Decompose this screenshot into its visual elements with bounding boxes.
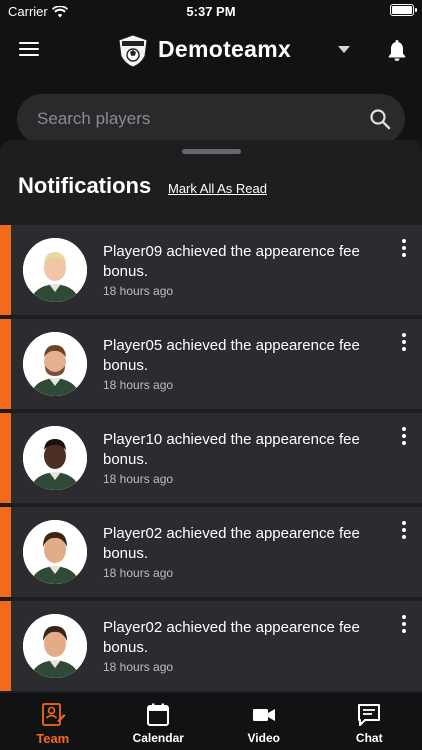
status-time: 5:37 PM xyxy=(186,4,236,19)
bell-icon[interactable] xyxy=(386,38,408,62)
notification-item[interactable]: Player05 achieved the appearence fee bon… xyxy=(0,319,422,409)
unread-indicator xyxy=(0,601,11,691)
calendar-icon xyxy=(147,703,170,726)
tab-video[interactable]: Video xyxy=(211,693,317,750)
status-bar: Carrier 5:37 PM xyxy=(0,0,422,22)
unread-indicator xyxy=(0,319,11,409)
team-logo xyxy=(118,34,148,68)
tab-bar: Team Calendar Video Chat xyxy=(0,693,422,750)
player-avatar xyxy=(23,426,87,490)
unread-indicator xyxy=(0,225,11,315)
tab-label: Video xyxy=(247,731,280,745)
tab-label: Chat xyxy=(355,731,383,745)
player-avatar xyxy=(23,520,87,584)
more-options-icon[interactable] xyxy=(398,427,410,447)
notification-item[interactable]: Player09 achieved the appearence fee bon… xyxy=(0,225,422,315)
tab-chat[interactable]: Chat xyxy=(317,693,422,750)
sheet-grabber[interactable] xyxy=(182,149,241,154)
chat-icon xyxy=(358,704,381,726)
notification-message: Player10 achieved the appearence fee bon… xyxy=(103,431,360,468)
mark-all-read-link[interactable]: Mark All As Read xyxy=(168,181,267,196)
search-input[interactable] xyxy=(37,94,337,144)
team-icon xyxy=(41,703,66,726)
notification-message: Player05 achieved the appearence fee bon… xyxy=(103,337,360,374)
notification-item[interactable]: Player10 achieved the appearence fee bon… xyxy=(0,413,422,503)
notification-time: 18 hours ago xyxy=(103,378,174,392)
chevron-down-icon[interactable] xyxy=(338,46,350,53)
notifications-sheet: Notifications Mark All As Read Player09 … xyxy=(0,140,422,693)
notification-time: 18 hours ago xyxy=(103,472,174,486)
tab-team[interactable]: Team xyxy=(0,693,106,750)
battery-icon xyxy=(390,4,417,16)
tab-label: Team xyxy=(36,731,70,746)
more-options-icon[interactable] xyxy=(398,615,410,635)
app-header: Demoteamx xyxy=(0,22,422,78)
unread-indicator xyxy=(0,507,11,597)
search-icon[interactable] xyxy=(369,108,391,130)
tab-label: Calendar xyxy=(132,731,184,745)
notifications-title: Notifications xyxy=(18,173,152,198)
player-avatar xyxy=(23,238,87,302)
more-options-icon[interactable] xyxy=(398,333,410,353)
notification-message: Player09 achieved the appearence fee bon… xyxy=(103,243,360,280)
notification-item[interactable]: Player02 achieved the appearence fee bon… xyxy=(0,507,422,597)
video-icon xyxy=(252,709,275,721)
notification-message: Player02 achieved the appearence fee bon… xyxy=(103,619,360,656)
menu-icon[interactable] xyxy=(19,42,39,58)
more-options-icon[interactable] xyxy=(398,239,410,259)
unread-indicator xyxy=(0,413,11,503)
player-avatar xyxy=(23,332,87,396)
notification-time: 18 hours ago xyxy=(103,284,174,298)
notification-time: 18 hours ago xyxy=(103,660,174,674)
notification-item[interactable]: Player02 achieved the appearence fee bon… xyxy=(0,601,422,691)
team-name[interactable]: Demoteamx xyxy=(158,36,291,63)
tab-calendar[interactable]: Calendar xyxy=(106,693,212,750)
search-bar xyxy=(17,94,405,144)
notification-time: 18 hours ago xyxy=(103,566,174,580)
more-options-icon[interactable] xyxy=(398,521,410,541)
player-avatar xyxy=(23,614,87,678)
notification-message: Player02 achieved the appearence fee bon… xyxy=(103,525,360,562)
